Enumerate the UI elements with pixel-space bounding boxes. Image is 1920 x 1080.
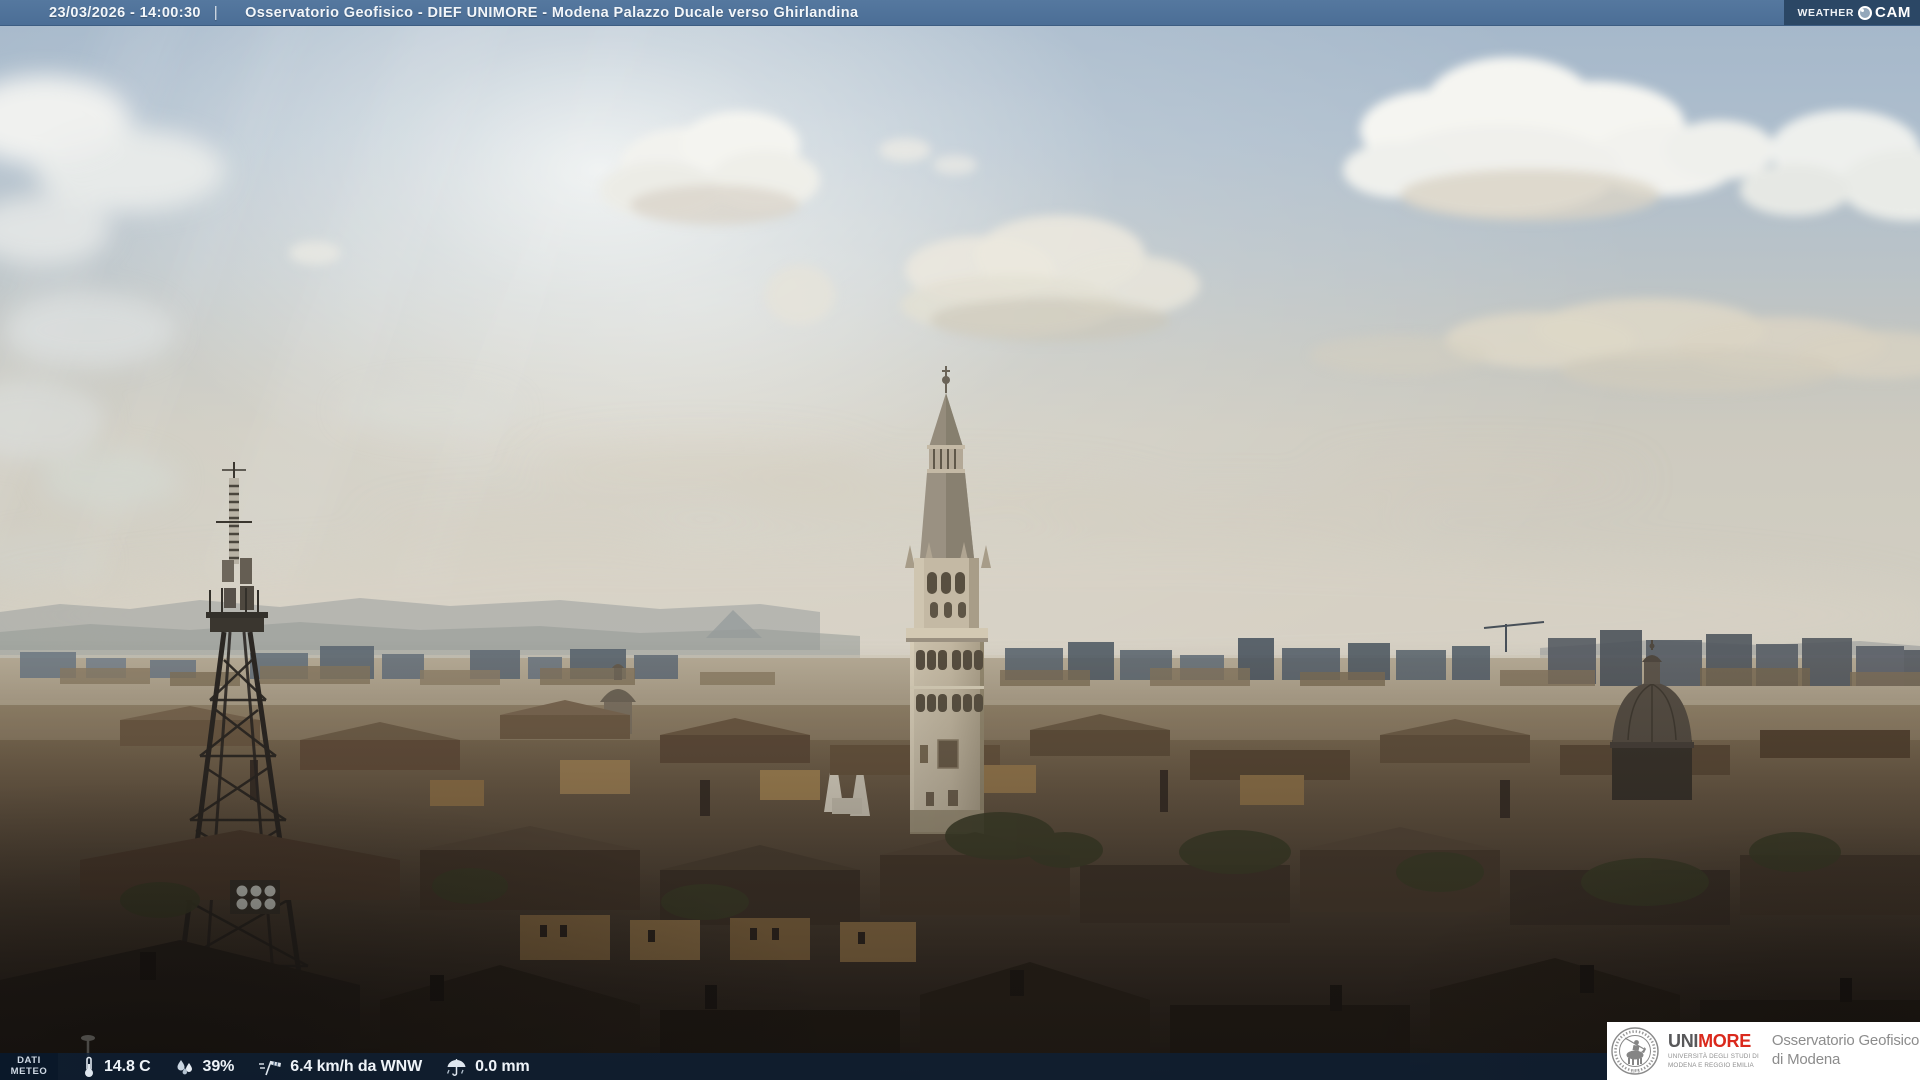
weathercam-logo[interactable]: Weather Cam — [1783, 0, 1920, 25]
webcam-photo — [0, 0, 1920, 1080]
unimore-seal-icon: 1175 — [1611, 1027, 1659, 1075]
temperature-value: 14.8 C — [104, 1057, 151, 1075]
unimore-logo-box[interactable]: 1175 UNIMORE UNIVERSITÀ DEGLI STUDI DI M… — [1607, 1022, 1920, 1080]
weathercam-word1: Weather — [1797, 6, 1855, 19]
humidity-drops-icon — [177, 1059, 192, 1074]
humidity-value: 39% — [202, 1057, 235, 1075]
weathercam-dot-icon — [1858, 5, 1873, 20]
header-bar: 23/03/2026 - 14:00:30 | Osservatorio Geo… — [0, 0, 1920, 26]
umbrella-icon — [447, 1058, 466, 1076]
separator: | — [213, 4, 219, 21]
wind-sock-icon — [259, 1060, 282, 1075]
thermometer-icon — [85, 1056, 93, 1077]
seal-year: 1175 — [1630, 1069, 1640, 1074]
precipitation-reading: 0.0 mm — [446, 1057, 530, 1077]
wind-reading: 6.4 km/h da WNW — [258, 1057, 422, 1077]
brand-subtitle: UNIVERSITÀ DEGLI STUDI DI MODENA E REGGI… — [1668, 1053, 1759, 1069]
unimore-wordmark: UNIMORE UNIVERSITÀ DEGLI STUDI DI MODENA… — [1668, 1032, 1759, 1069]
temperature-reading: 14.8 C — [82, 1056, 151, 1078]
dati-meteo-label: DATI METEO — [0, 1053, 58, 1080]
humidity-reading: 39% — [175, 1057, 235, 1077]
observatory-name: Osservatorio Geofisico di Modena — [1771, 1032, 1920, 1068]
vignette — [0, 640, 1920, 1080]
timestamp: 23/03/2026 - 14:00:30 — [49, 4, 201, 21]
page-title: Osservatorio Geofisico - DIEF UNIMORE - … — [245, 4, 859, 21]
brand-more: MORE — [1698, 1031, 1751, 1052]
wind-value: 6.4 km/h da WNW — [290, 1057, 423, 1075]
weathercam-word2: Cam — [1875, 4, 1911, 21]
webcam-viewer: 23/03/2026 - 14:00:30 | Osservatorio Geo… — [0, 0, 1920, 1080]
precipitation-value: 0.0 mm — [475, 1057, 530, 1075]
brand-uni: UNI — [1668, 1031, 1699, 1052]
